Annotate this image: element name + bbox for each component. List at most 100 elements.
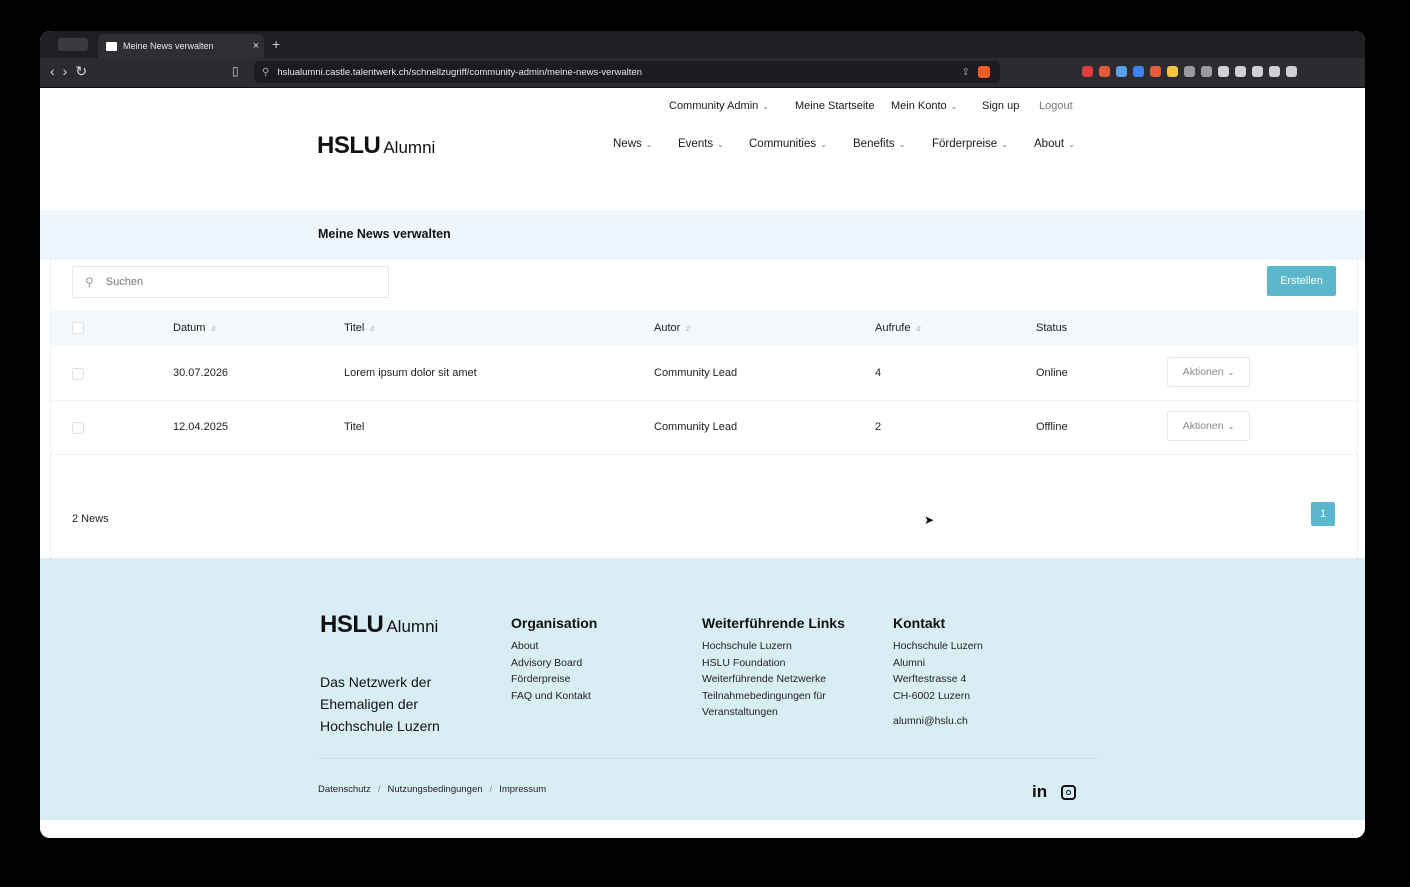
extension-icon[interactable] xyxy=(1286,66,1297,77)
footer-link[interactable]: Advisory Board xyxy=(511,655,597,672)
link-datenschutz[interactable]: Datenschutz xyxy=(318,784,371,795)
footer-link[interactable]: HSLU Foundation xyxy=(702,655,845,672)
address-bar[interactable]: ⚲ hslualumni.castle.talentwerk.ch/schnel… xyxy=(254,61,1000,83)
sort-icon: ⇵ xyxy=(685,326,692,333)
footer-link[interactable]: Veranstaltungen xyxy=(702,704,845,721)
logo-hslu: HSLU xyxy=(320,611,384,638)
nav-communities[interactable]: Communities ⌄ xyxy=(749,138,827,150)
sort-icon: ⇵ xyxy=(915,326,922,333)
chevron-down-icon: ⌄ xyxy=(762,102,769,111)
link-impressum[interactable]: Impressum xyxy=(499,784,546,795)
row-checkbox[interactable] xyxy=(72,368,84,380)
pagination-page-1[interactable]: 1 xyxy=(1311,502,1335,526)
forward-icon[interactable]: › xyxy=(63,63,76,79)
reload-icon[interactable]: ↻ xyxy=(75,63,95,79)
url-text[interactable]: hslualumni.castle.talentwerk.ch/schnellz… xyxy=(277,67,961,78)
web-page: Community Admin ⌄ Meine Startseite Mein K… xyxy=(40,88,1365,838)
search-input[interactable] xyxy=(103,275,368,289)
column-datum[interactable]: Datum ⇵ xyxy=(173,322,216,334)
extension-icon[interactable] xyxy=(1133,66,1144,77)
new-tab-button[interactable]: + xyxy=(272,36,280,52)
footer-logo[interactable]: HSLU Alumni xyxy=(320,611,438,639)
column-label: Datum xyxy=(173,322,206,334)
footer-col-kontakt: Kontakt Hochschule Luzern Alumni Werftes… xyxy=(893,615,983,727)
column-titel[interactable]: Titel ⇵ xyxy=(344,322,375,334)
nav-meine-startseite[interactable]: Meine Startseite xyxy=(795,100,874,112)
nav-community-admin[interactable]: Community Admin ⌄ xyxy=(669,100,769,112)
brave-shield-icon[interactable] xyxy=(978,66,990,78)
extension-icon[interactable] xyxy=(1269,66,1280,77)
nav-label: Community Admin xyxy=(669,100,759,112)
chevron-down-icon: ⌄ xyxy=(717,140,724,149)
tab-close-icon[interactable]: × xyxy=(248,40,264,52)
chevron-down-icon: ⌄ xyxy=(950,102,958,111)
cell-autor: Community Lead xyxy=(654,367,738,379)
column-label: Autor xyxy=(654,322,681,334)
instagram-icon[interactable] xyxy=(1061,784,1077,800)
extension-icon[interactable] xyxy=(1235,66,1246,77)
footer-link[interactable]: Hochschule Luzern xyxy=(702,638,845,655)
footer-col-links: Weiterführende Links Hochschule Luzern H… xyxy=(702,615,845,721)
share-icon[interactable]: ⇪ xyxy=(962,67,970,78)
cell-titel[interactable]: Titel xyxy=(344,421,364,433)
linkedin-icon[interactable]: in xyxy=(1032,782,1047,802)
extension-icon[interactable] xyxy=(1082,66,1093,77)
cell-titel[interactable]: Lorem ipsum dolor sit amet xyxy=(344,367,477,379)
footer-link[interactable]: Weiterführende Netzwerke xyxy=(702,671,845,688)
nav-events[interactable]: Events ⌄ xyxy=(678,138,724,150)
nav-sign-up[interactable]: Sign up xyxy=(982,100,1019,112)
mouse-cursor-icon: ➤ xyxy=(924,513,935,527)
site-info-icon[interactable]: ⚲ xyxy=(262,67,269,78)
browser-tab[interactable]: Meine News verwalten × xyxy=(98,34,264,58)
separator: / xyxy=(489,784,493,795)
footer-link[interactable]: Förderpreise xyxy=(511,671,597,688)
extension-icon[interactable] xyxy=(1218,66,1229,77)
nav-label: News xyxy=(613,138,642,150)
footer-heading: Weiterführende Links xyxy=(702,615,845,631)
nav-foerderpreise[interactable]: Förderpreise ⌄ xyxy=(932,138,1008,150)
select-all-checkbox[interactable] xyxy=(72,322,84,334)
column-autor[interactable]: Autor ⇵ xyxy=(654,322,691,334)
table-row: 12.04.2025 Titel Community Lead 2 Offlin… xyxy=(51,400,1357,455)
column-aufrufe[interactable]: Aufrufe ⇵ xyxy=(875,322,921,334)
footer-heading: Kontakt xyxy=(893,615,946,631)
actions-dropdown[interactable]: Aktionen ⌄ xyxy=(1167,411,1250,441)
logo-alumni: Alumni xyxy=(383,138,436,157)
extension-icon[interactable] xyxy=(1167,66,1178,77)
link-nutzungsbedingungen[interactable]: Nutzungsbedingungen xyxy=(387,784,482,795)
extension-icon[interactable] xyxy=(1184,66,1195,77)
browser-window: Meine News verwalten × + ‹›↻ ▯ ⚲ hslualu… xyxy=(40,31,1365,838)
search-box[interactable]: ⚲ xyxy=(72,266,389,298)
top-navigation: Community Admin ⌄ Meine Startseite Mein K… xyxy=(40,100,1365,120)
chevron-down-icon: ⌄ xyxy=(1068,140,1075,149)
footer-link[interactable]: About xyxy=(511,638,597,655)
bookmark-icon[interactable]: ▯ xyxy=(232,64,239,78)
nav-label: Förderpreise xyxy=(932,138,998,150)
extension-icon[interactable] xyxy=(1116,66,1127,77)
sidebar-toggle-button[interactable] xyxy=(58,38,88,51)
contact-email-link[interactable]: alumni@hslu.ch xyxy=(893,715,983,727)
nav-about[interactable]: About ⌄ xyxy=(1034,138,1075,150)
extension-icon[interactable] xyxy=(1252,66,1263,77)
nav-logout[interactable]: Logout xyxy=(1039,100,1073,112)
actions-dropdown[interactable]: Aktionen ⌄ xyxy=(1167,357,1250,387)
news-manager: ⚲ Erstellen Datum ⇵ Titel ⇵ Autor ⇵ Aufrufe… xyxy=(50,260,1358,558)
extension-icon[interactable] xyxy=(1099,66,1110,77)
legal-links: Datenschutz / Nutzungsbedingungen / Impressu… xyxy=(318,784,546,795)
extension-icon[interactable] xyxy=(1150,66,1161,77)
nav-benefits[interactable]: Benefits ⌄ xyxy=(853,138,905,150)
footer-link[interactable]: Teilnahmebedingungen für xyxy=(702,688,845,705)
cell-aufrufe: 4 xyxy=(875,367,882,379)
back-icon[interactable]: ‹ xyxy=(50,63,63,79)
footer-link[interactable]: FAQ und Kontakt xyxy=(511,688,597,705)
column-status: Status xyxy=(1036,322,1068,334)
nav-news[interactable]: News ⌄ xyxy=(613,138,652,150)
extension-icon[interactable] xyxy=(1201,66,1212,77)
nav-mein-konto[interactable]: Mein Konto ⌄ xyxy=(891,100,957,112)
create-button[interactable]: Erstellen xyxy=(1267,266,1336,296)
row-checkbox[interactable] xyxy=(72,422,84,434)
site-logo[interactable]: HSLU Alumni xyxy=(317,132,435,160)
cell-status: Offline xyxy=(1036,421,1068,433)
footer-col-organisation: Organisation About Advisory Board Förder… xyxy=(511,615,597,704)
page-header-band: Meine News verwalten xyxy=(40,210,1365,260)
